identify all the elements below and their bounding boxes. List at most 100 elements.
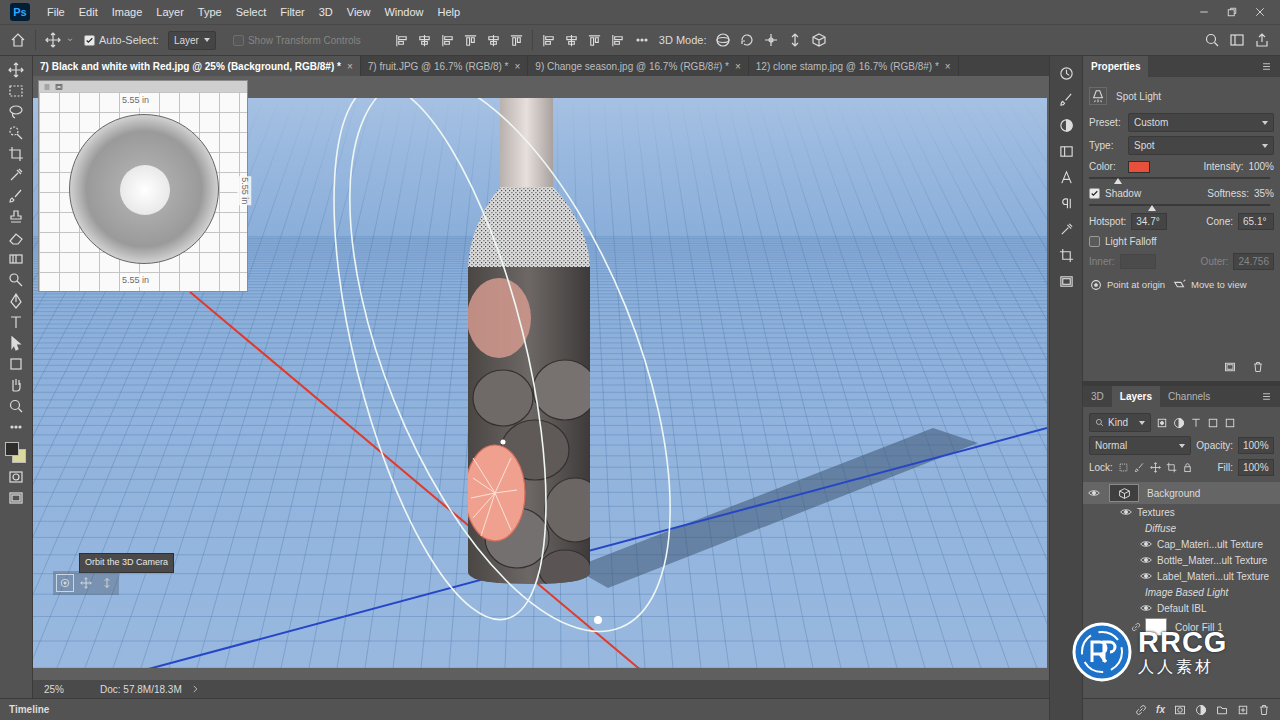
- tab-close[interactable]: ×: [945, 59, 951, 74]
- type-tool-icon[interactable]: [8, 314, 24, 330]
- lock-transparent-icon[interactable]: [1118, 462, 1129, 473]
- dodge-icon[interactable]: [8, 272, 24, 288]
- type-filter-icon[interactable]: [1190, 417, 1202, 429]
- align-icon[interactable]: [440, 33, 455, 48]
- more-options-icon[interactable]: [634, 32, 650, 48]
- quick-select-icon[interactable]: [8, 125, 24, 141]
- align-icon[interactable]: [394, 33, 409, 48]
- menu-icon[interactable]: [1261, 391, 1272, 402]
- pan-icon[interactable]: [80, 577, 92, 589]
- eye-icon[interactable]: [1120, 506, 1132, 518]
- visibility-toggle[interactable]: [1139, 569, 1153, 583]
- distribute-icon[interactable]: [564, 33, 579, 48]
- layer-style-button[interactable]: fx: [1156, 702, 1165, 717]
- layer-row[interactable]: Cap_Materi...ult Texture: [1083, 536, 1280, 552]
- layer-filter-select[interactable]: Kind: [1089, 413, 1151, 432]
- color-swatches[interactable]: [5, 442, 27, 464]
- roll-icon[interactable]: [739, 32, 755, 48]
- move-to-view-icon[interactable]: [1173, 278, 1187, 292]
- layer-row[interactable]: Textures: [1083, 504, 1280, 520]
- document-tab[interactable]: 7) fruit.JPG @ 16.7% (RGB/8) *×: [361, 56, 529, 76]
- shadow-checkbox[interactable]: [1089, 188, 1100, 199]
- distribute-icon[interactable]: [610, 33, 625, 48]
- add-mask-icon[interactable]: [1174, 704, 1186, 716]
- lock-position-icon[interactable]: [1150, 462, 1161, 473]
- app-logo[interactable]: Ps: [10, 3, 30, 21]
- quick-mask-icon[interactable]: [8, 469, 24, 485]
- document-tab[interactable]: 12) clone stamp.jpg @ 16.7% (RGB/8#) *×: [749, 56, 959, 76]
- scale-icon[interactable]: [811, 32, 827, 48]
- checkbox[interactable]: [84, 35, 95, 46]
- minimize-icon[interactable]: [1198, 6, 1210, 18]
- lock-pixels-icon[interactable]: [1134, 462, 1145, 473]
- dolly-button[interactable]: [98, 574, 116, 592]
- lock-artboard-icon[interactable]: [1166, 462, 1177, 473]
- move-icon[interactable]: [45, 32, 61, 48]
- light-action-button[interactable]: Move to view: [1173, 278, 1246, 292]
- visibility-toggle[interactable]: [1139, 521, 1141, 535]
- properties-tab[interactable]: Properties: [1083, 56, 1148, 77]
- move-tool-preset[interactable]: [45, 32, 75, 48]
- layer-row[interactable]: Background: [1083, 482, 1280, 504]
- align-icon[interactable]: [486, 33, 501, 48]
- visibility-toggle[interactable]: [1139, 601, 1153, 615]
- softness-value[interactable]: 35%: [1254, 186, 1274, 201]
- orbit-button[interactable]: [56, 574, 74, 592]
- link-layers-icon[interactable]: [1135, 704, 1147, 716]
- adjustment-layer-icon[interactable]: [1195, 704, 1207, 716]
- eye-icon[interactable]: [1140, 554, 1152, 566]
- menu-item[interactable]: Image: [105, 0, 150, 24]
- menu-icon[interactable]: [1261, 61, 1272, 72]
- brush-settings-icon[interactable]: [1059, 92, 1074, 107]
- preset-select[interactable]: Custom: [1128, 113, 1274, 132]
- panel-menu[interactable]: [1261, 386, 1280, 407]
- eye-icon[interactable]: [1140, 570, 1152, 582]
- search-icon[interactable]: [1204, 32, 1220, 48]
- shape-filter-icon[interactable]: [1207, 417, 1219, 429]
- eye-icon[interactable]: [1140, 602, 1152, 614]
- menu-item[interactable]: Window: [377, 0, 430, 24]
- delete-icon[interactable]: [1252, 361, 1264, 373]
- distribute-icon[interactable]: [587, 33, 602, 48]
- menu-item[interactable]: Type: [191, 0, 229, 24]
- align-icon[interactable]: [509, 33, 524, 48]
- more-tools-icon[interactable]: [8, 419, 24, 435]
- 3d-camera-widget[interactable]: [53, 571, 119, 595]
- home-icon[interactable]: [10, 32, 26, 48]
- auto-select-target[interactable]: Layer: [168, 31, 216, 50]
- search-icon[interactable]: [1095, 418, 1104, 427]
- pan-button[interactable]: [77, 574, 95, 592]
- pan-icon[interactable]: [763, 32, 779, 48]
- menu-item[interactable]: File: [40, 0, 72, 24]
- history-icon[interactable]: [1059, 66, 1074, 81]
- trash-icon[interactable]: [1258, 704, 1270, 716]
- tool-presets-icon[interactable]: [1059, 248, 1074, 263]
- paragraph-icon[interactable]: [1059, 196, 1074, 211]
- orbit-icon[interactable]: [715, 32, 731, 48]
- restore-icon[interactable]: [1226, 6, 1238, 18]
- adjustments-icon[interactable]: [1059, 118, 1074, 133]
- navigator-icon[interactable]: [1059, 274, 1074, 289]
- ground-plane-view[interactable]: 5.55 in5.55 in5.55 in: [38, 80, 248, 292]
- layer-row[interactable]: Default IBL: [1083, 600, 1280, 616]
- group-icon[interactable]: [1216, 704, 1228, 716]
- layer-row[interactable]: Label_Materi...ult Texture: [1083, 568, 1280, 584]
- visibility-toggle[interactable]: [1139, 553, 1153, 567]
- move-icon[interactable]: [8, 62, 24, 78]
- zoom-level[interactable]: 25%: [44, 682, 64, 697]
- slide-icon[interactable]: [787, 32, 803, 48]
- libraries-icon[interactable]: [1059, 144, 1074, 159]
- blend-mode-select[interactable]: Normal: [1089, 436, 1191, 455]
- marquee-icon[interactable]: [8, 83, 24, 99]
- 3d-layer-icon[interactable]: [1118, 487, 1131, 500]
- light-falloff-checkbox[interactable]: [1089, 236, 1100, 247]
- character-icon[interactable]: [1059, 170, 1074, 185]
- view-icon[interactable]: [55, 83, 63, 91]
- visibility-toggle[interactable]: [1139, 585, 1141, 599]
- path-select-icon[interactable]: [8, 335, 24, 351]
- document-info[interactable]: Doc: 57.8M/18.3M: [100, 682, 200, 697]
- clone-stamp-icon[interactable]: [8, 209, 24, 225]
- align-icon[interactable]: [417, 33, 432, 48]
- gradient-icon[interactable]: [8, 251, 24, 267]
- hand-icon[interactable]: [8, 377, 24, 393]
